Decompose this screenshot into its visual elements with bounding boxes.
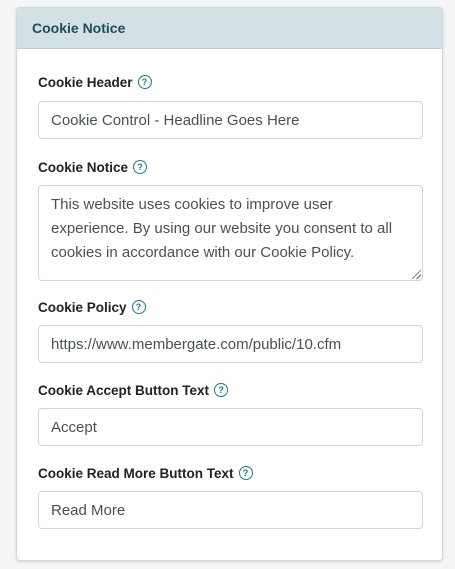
cookie-policy-input[interactable]: https://www.membergate.com/public/10.cfm xyxy=(38,325,423,363)
cookie-header-label-text: Cookie Header xyxy=(38,74,133,90)
question-circle-icon[interactable]: ? xyxy=(137,75,152,89)
cookie-accept-label-text: Cookie Accept Button Text xyxy=(38,382,210,398)
cookie-policy-label-text: Cookie Policy xyxy=(38,299,127,315)
panel-body: Cookie Header ? Cookie Control - Headlin… xyxy=(17,72,442,529)
cookie-notice-textarea[interactable]: This website uses cookies to improve use… xyxy=(38,185,423,281)
panel-header: Cookie Notice xyxy=(17,8,442,49)
question-circle-icon[interactable]: ? xyxy=(133,160,148,174)
cookie-notice-label-text: Cookie Notice xyxy=(38,159,129,175)
cookie-notice-panel: Cookie Notice Cookie Header ? Cookie Con… xyxy=(16,7,443,561)
question-circle-icon[interactable]: ? xyxy=(131,300,146,314)
cookie-read-more-input[interactable]: Read More xyxy=(38,491,423,529)
cookie-accept-input[interactable]: Accept xyxy=(38,408,423,446)
panel-title: Cookie Notice xyxy=(32,20,126,36)
cookie-read-more-label-text: Cookie Read More Button Text xyxy=(38,465,234,481)
question-circle-icon[interactable]: ? xyxy=(214,383,229,397)
cookie-policy-label: Cookie Policy ? xyxy=(38,297,422,317)
cookie-read-more-label: Cookie Read More Button Text ? xyxy=(38,463,422,483)
question-circle-icon[interactable]: ? xyxy=(238,466,253,480)
cookie-accept-label: Cookie Accept Button Text ? xyxy=(38,380,422,400)
cookie-notice-label: Cookie Notice ? xyxy=(38,157,422,177)
resize-grip-icon[interactable] xyxy=(412,270,421,279)
cookie-header-label: Cookie Header ? xyxy=(38,72,422,92)
cookie-header-input[interactable]: Cookie Control - Headline Goes Here xyxy=(38,101,423,139)
cookie-notice-text: This website uses cookies to improve use… xyxy=(51,196,393,261)
